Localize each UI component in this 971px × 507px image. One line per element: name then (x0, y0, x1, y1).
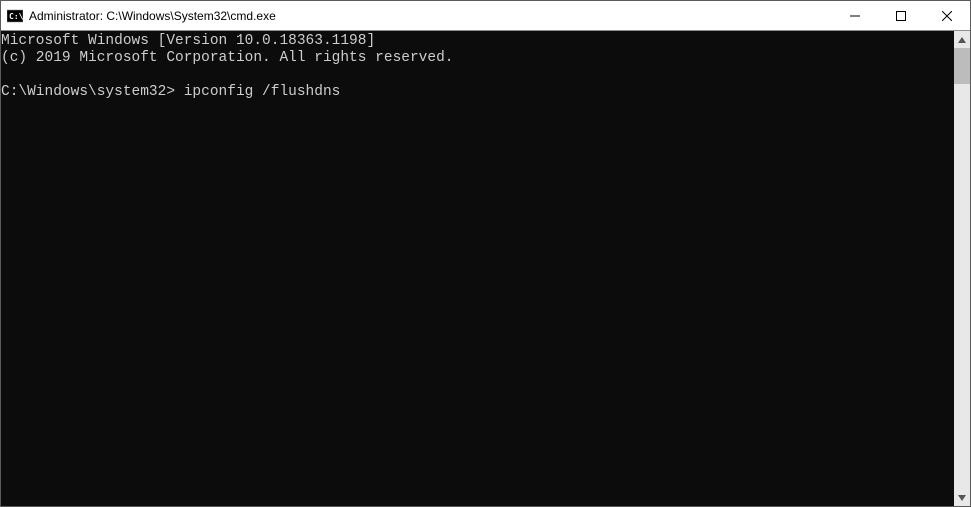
cmd-icon: C:\ (7, 8, 23, 24)
svg-text:C:\: C:\ (9, 12, 23, 21)
terminal-line: (c) 2019 Microsoft Corporation. All righ… (1, 50, 453, 66)
close-button[interactable] (924, 1, 970, 30)
window-controls (832, 1, 970, 30)
scroll-down-button[interactable] (954, 489, 970, 506)
scrollbar-track[interactable] (954, 48, 970, 489)
titlebar[interactable]: C:\ Administrator: C:\Windows\System32\c… (1, 1, 970, 31)
vertical-scrollbar[interactable] (954, 31, 970, 506)
window-title: Administrator: C:\Windows\System32\cmd.e… (29, 9, 832, 23)
terminal-line: Microsoft Windows [Version 10.0.18363.11… (1, 33, 375, 49)
terminal-prompt: C:\Windows\system32> (1, 84, 175, 100)
terminal-output[interactable]: Microsoft Windows [Version 10.0.18363.11… (1, 31, 954, 506)
terminal-command: ipconfig /flushdns (184, 84, 341, 100)
terminal-prompt-line: C:\Windows\system32> ipconfig /flushdns (1, 84, 340, 100)
content-area: Microsoft Windows [Version 10.0.18363.11… (1, 31, 970, 506)
scroll-up-button[interactable] (954, 31, 970, 48)
minimize-button[interactable] (832, 1, 878, 30)
scrollbar-thumb[interactable] (954, 48, 970, 84)
cmd-window: C:\ Administrator: C:\Windows\System32\c… (0, 0, 971, 507)
maximize-button[interactable] (878, 1, 924, 30)
